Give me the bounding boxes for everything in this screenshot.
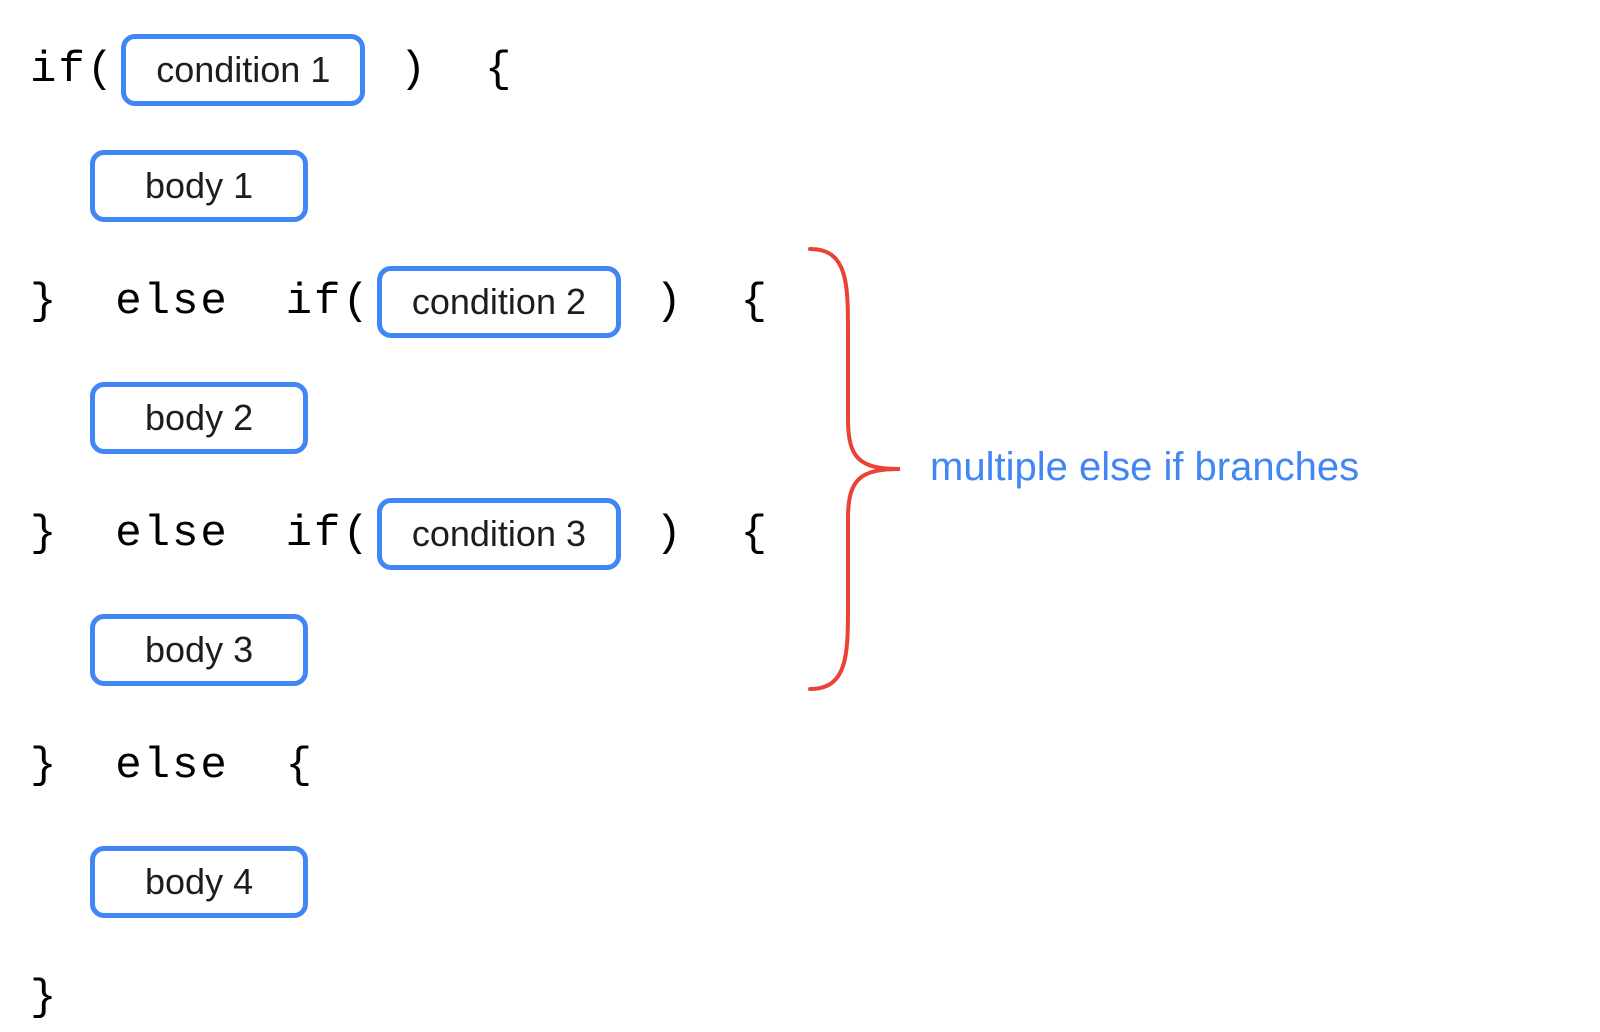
box-body-4: body 4	[90, 846, 308, 918]
brace-icon	[800, 244, 910, 694]
code-close-brace: }	[30, 973, 58, 1023]
line-else-if-2: } else if( condition 3 ) {	[30, 498, 769, 570]
box-body-1: body 1	[90, 150, 308, 222]
annotation-label: multiple else if branches	[930, 445, 1359, 490]
line-body-1: body 1	[84, 150, 314, 222]
line-close: }	[30, 962, 58, 1032]
code-if: if(	[30, 45, 115, 95]
box-body-2: body 2	[90, 382, 308, 454]
box-condition-2: condition 2	[377, 266, 621, 338]
diagram-container: if( condition 1 ) { body 1 } else if( co…	[0, 0, 1600, 1032]
line-body-3: body 3	[84, 614, 314, 686]
code-else-if-1: } else if(	[30, 277, 371, 327]
line-body-2: body 2	[84, 382, 314, 454]
line-if: if( condition 1 ) {	[30, 34, 513, 106]
line-else: } else {	[30, 730, 314, 802]
code-else: } else {	[30, 741, 314, 791]
code-else-if-2: } else if(	[30, 509, 371, 559]
code-close-paren-brace-3: ) {	[627, 509, 769, 559]
box-condition-3: condition 3	[377, 498, 621, 570]
box-body-3: body 3	[90, 614, 308, 686]
line-else-if-1: } else if( condition 2 ) {	[30, 266, 769, 338]
code-close-paren-brace-1: ) {	[371, 45, 513, 95]
code-close-paren-brace-2: ) {	[627, 277, 769, 327]
line-body-4: body 4	[84, 846, 314, 918]
box-condition-1: condition 1	[121, 34, 365, 106]
